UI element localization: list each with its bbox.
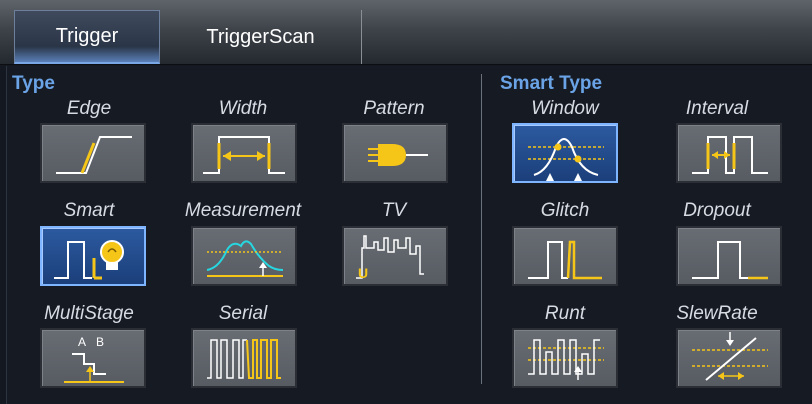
multistage-a-text: A [78,335,86,349]
pattern-label: Pattern [363,98,425,119]
type-section-title: Type [12,73,55,94]
interval-button[interactable] [676,123,782,183]
smart-type-section-title: Smart Type [500,73,603,94]
dropout-icon [692,241,768,280]
glitch-icon [528,240,602,280]
tab-bar: Trigger TriggerScan [0,0,812,65]
smart-button[interactable] [40,226,146,286]
interval-icon [692,136,768,174]
measurement-label: Measurement [184,200,302,221]
smart-icon [54,240,124,280]
smart-label: Smart [63,200,115,221]
slewrate-icon [692,332,768,381]
section-divider [481,74,482,384]
runt-button[interactable] [512,328,618,388]
glitch-button[interactable] [512,226,618,286]
glitch-label: Glitch [540,200,590,221]
width-button[interactable] [191,123,297,183]
pattern-button[interactable] [342,123,448,183]
window-label: Window [531,98,599,119]
pattern-icon [368,144,428,166]
runt-icon [528,339,604,380]
tab-triggerscan[interactable]: TriggerScan [160,10,362,64]
multistage-b-text: B [96,335,104,349]
tv-label: TV [381,200,407,221]
multistage-icon: A B [64,335,124,383]
edge-icon [56,136,132,174]
multistage-button[interactable]: A B [40,328,146,388]
width-label: Width [218,98,268,119]
multistage-label: MultiStage [44,303,134,324]
dropout-button[interactable] [676,226,782,286]
tv-icon: U [356,235,424,281]
serial-label: Serial [218,303,268,324]
edge-label: Edge [66,98,112,119]
tv-button[interactable]: U [342,226,448,286]
width-icon [203,136,285,174]
interval-label: Interval [685,98,749,119]
dropout-label: Dropout [683,200,751,221]
measurement-icon [206,240,284,277]
measurement-button[interactable] [191,226,297,286]
serial-icon [207,339,281,379]
slewrate-label: SlewRate [676,303,758,324]
serial-button[interactable] [191,328,297,388]
window-button[interactable] [512,123,618,183]
slewrate-button[interactable] [676,328,782,388]
tv-u-text: U [358,265,368,281]
edge-button[interactable] [40,123,146,183]
runt-label: Runt [544,303,586,324]
trigger-dialog: Trigger TriggerScan Type Smart Type Edge… [0,0,812,404]
window-icon [528,138,604,181]
tab-trigger[interactable]: Trigger [14,10,160,64]
